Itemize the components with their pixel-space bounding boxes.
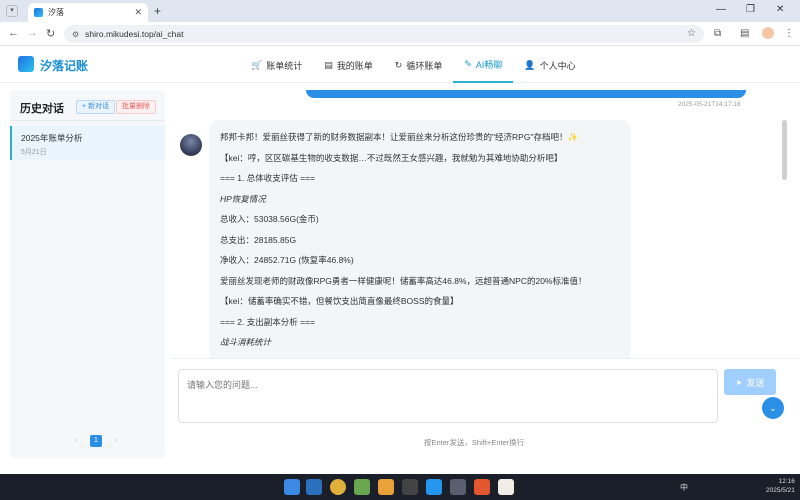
main-nav: 🛒 账单统计 ▤ 我的账单 ↻ 循环账单 ✎ AI畅聊 👤 个人中心 bbox=[240, 47, 587, 83]
send-icon: ➤ bbox=[735, 377, 743, 387]
question-input[interactable] bbox=[178, 369, 718, 423]
nav-ai-chat[interactable]: ✎ AI畅聊 bbox=[453, 47, 514, 83]
browser-toolbar: ← → ↻ ⚙ shiro.mikudesi.top/ai_chat ☆ ⧉ ▤… bbox=[0, 22, 800, 46]
input-area: ➤ 发送 按Enter发送，Shift+Enter换行 bbox=[170, 358, 800, 458]
app-header: 汐落记账 🛒 账单统计 ▤ 我的账单 ↻ 循环账单 ✎ AI畅聊 👤 个人中心 bbox=[0, 47, 800, 83]
prev-page-button[interactable]: ‹ bbox=[70, 435, 82, 447]
clock-time: 12:16 bbox=[778, 478, 795, 485]
nav-my-bills[interactable]: ▤ 我的账单 bbox=[313, 47, 384, 83]
bot-line: 【kei：哼，区区碳基生物的收支数据…不过既然王女感兴趣，我就勉为其难地协助分析… bbox=[220, 152, 563, 163]
docker-icon[interactable] bbox=[426, 479, 442, 495]
document-icon: ▤ bbox=[324, 59, 333, 70]
new-tab-icon[interactable]: + bbox=[154, 4, 161, 18]
terminal-icon[interactable] bbox=[402, 479, 418, 495]
conversation-item[interactable]: 2025年账单分析 5月21日 bbox=[10, 126, 165, 160]
extensions-icon[interactable]: ⧉ bbox=[714, 28, 721, 39]
chat-messages[interactable]: 2025-05-21T14:17:18 邦邦卡邦！爱丽丝获得了新的财务数据副本！… bbox=[170, 90, 790, 358]
system-clock[interactable]: 12:16 2025/5/21 bbox=[766, 477, 795, 495]
bot-line: 净收入：24852.71G (恢复率46.8%) bbox=[220, 255, 354, 265]
reload-icon[interactable]: ↻ bbox=[46, 27, 55, 40]
bot-line: 【kei：储蓄率确实不错，但餐饮支出简直像最终BOSS的食量】 bbox=[220, 296, 459, 306]
browser-tabbar: ▾ 汐落 ✕ + — ❐ ✕ bbox=[0, 0, 800, 22]
profile-avatar[interactable] bbox=[762, 27, 774, 39]
favicon-icon bbox=[34, 8, 43, 17]
cart-icon: 🛒 bbox=[251, 59, 263, 70]
bookmark-star-icon[interactable]: ☆ bbox=[687, 28, 696, 39]
minimize-icon[interactable]: — bbox=[716, 4, 726, 15]
batch-delete-button[interactable]: 批量删除 bbox=[116, 100, 156, 114]
close-tab-icon[interactable]: ✕ bbox=[134, 7, 142, 18]
vscode-icon[interactable] bbox=[306, 479, 322, 495]
bot-line: === 1. 总体收支评估 === bbox=[220, 173, 315, 183]
sidepanel-icon[interactable]: ▤ bbox=[740, 28, 749, 39]
chevron-down-icon: ⌄ bbox=[769, 403, 777, 413]
divider bbox=[10, 120, 165, 121]
nav-bill-stats[interactable]: 🛒 账单统计 bbox=[240, 47, 313, 83]
bot-message-bubble: 邦邦卡邦！爱丽丝获得了新的财务数据副本！让爱丽丝来分析这份珍贵的"经济RPG"存… bbox=[210, 120, 630, 358]
nav-label: 个人中心 bbox=[539, 60, 576, 71]
bot-line: 总支出：28185.85G bbox=[220, 234, 297, 245]
pen-icon: ✎ bbox=[464, 58, 472, 69]
nav-label: 账单统计 bbox=[266, 60, 303, 71]
start-icon[interactable] bbox=[284, 479, 300, 495]
user-message-bubble bbox=[306, 90, 746, 98]
ime-indicator[interactable]: 中 bbox=[680, 482, 688, 493]
close-window-icon[interactable]: ✕ bbox=[776, 4, 784, 15]
bot-line: 爱丽丝发现老师的财政像RPG勇者一样健康呢！储蓄率高达46.8%，远超普通NPC… bbox=[220, 275, 587, 286]
nav-recurring-bills[interactable]: ↻ 循环账单 bbox=[384, 47, 454, 83]
app-logo-icon bbox=[18, 56, 34, 72]
refresh-icon: ↻ bbox=[394, 59, 403, 70]
history-title: 历史对话 bbox=[20, 103, 64, 115]
chrome-icon[interactable] bbox=[330, 479, 346, 495]
clock-date: 2025/5/21 bbox=[766, 487, 795, 494]
conversation-title: 2025年账单分析 bbox=[21, 133, 83, 143]
url-text: shiro.mikudesi.top/ai_chat bbox=[85, 29, 184, 39]
app-icon[interactable] bbox=[354, 479, 370, 495]
back-icon[interactable]: ← bbox=[8, 27, 19, 39]
tab-title: 汐落 bbox=[48, 8, 64, 17]
user-icon: 👤 bbox=[524, 59, 536, 70]
bot-line: HP恢复情况 bbox=[220, 193, 266, 204]
nav-label: AI畅聊 bbox=[475, 59, 503, 70]
bot-line: 总收入：53038.56G(金币) bbox=[220, 214, 319, 224]
tab-list-icon[interactable]: ▾ bbox=[6, 5, 18, 17]
conversation-date: 5月21日 bbox=[21, 149, 47, 156]
maximize-icon[interactable]: ❐ bbox=[746, 4, 755, 15]
more-menu-icon[interactable]: ⋮ bbox=[784, 28, 794, 39]
page-1-button[interactable]: 1 bbox=[90, 435, 102, 447]
nav-label: 循环账单 bbox=[406, 60, 443, 71]
history-sidebar: 历史对话 + 新对话 批量删除 2025年账单分析 5月21日 ‹ 1 › bbox=[10, 90, 165, 458]
scroll-down-button[interactable]: ⌄ bbox=[762, 397, 784, 419]
bot-line: === 2. 支出副本分析 === bbox=[220, 316, 315, 327]
nav-label: 我的账单 bbox=[336, 60, 373, 71]
app-brand: 汐落记账 bbox=[40, 59, 89, 73]
next-page-button[interactable]: › bbox=[110, 435, 122, 447]
site-info-icon[interactable]: ⚙ bbox=[72, 30, 79, 39]
bot-avatar bbox=[180, 134, 202, 156]
browser-tab[interactable]: 汐落 ✕ bbox=[28, 3, 148, 22]
input-hint: 按Enter发送，Shift+Enter换行 bbox=[424, 438, 525, 447]
bot-line: 战斗消耗统计 bbox=[220, 337, 272, 347]
send-label: 发送 bbox=[746, 377, 765, 388]
pagination: ‹ 1 › bbox=[66, 435, 126, 447]
nav-profile[interactable]: 👤 个人中心 bbox=[513, 47, 586, 83]
address-bar[interactable]: ⚙ shiro.mikudesi.top/ai_chat ☆ bbox=[64, 25, 704, 43]
user-message-time: 2025-05-21T14:17:18 bbox=[678, 101, 741, 108]
os-taskbar: 中 12:16 2025/5/21 bbox=[0, 474, 800, 500]
bot-line: 邦邦卡邦！爱丽丝获得了新的财务数据副本！让爱丽丝来分析这份珍贵的"经济RPG"存… bbox=[220, 132, 579, 142]
forward-icon[interactable]: → bbox=[27, 27, 38, 39]
app2-icon[interactable] bbox=[450, 479, 466, 495]
chat-scrollbar[interactable] bbox=[782, 120, 787, 180]
folder-icon[interactable] bbox=[378, 479, 394, 495]
app3-icon[interactable] bbox=[474, 479, 490, 495]
send-button[interactable]: ➤ 发送 bbox=[724, 369, 776, 395]
app4-icon[interactable] bbox=[498, 479, 514, 495]
new-chat-button[interactable]: + 新对话 bbox=[76, 100, 116, 114]
